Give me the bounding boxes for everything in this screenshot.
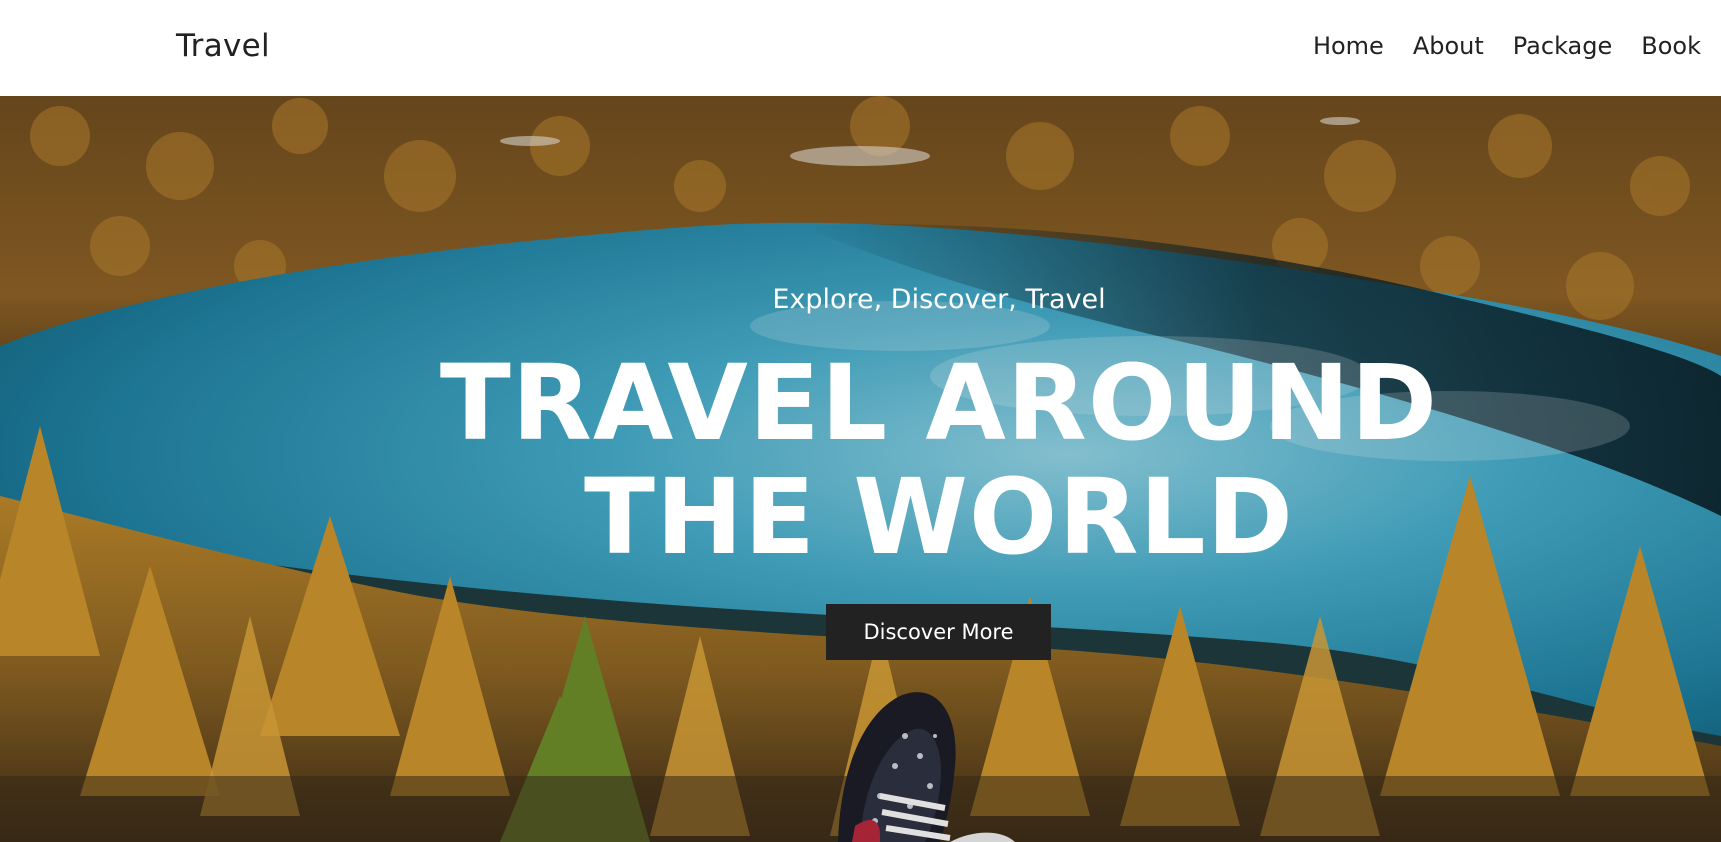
- nav-link-home[interactable]: Home: [1313, 32, 1384, 60]
- hero-content: Explore, Discover, Travel TRAVEL AROUND …: [0, 96, 1721, 842]
- nav-link-package[interactable]: Package: [1513, 32, 1612, 60]
- hero-headline-line-2: THE WORLD: [583, 456, 1295, 578]
- nav-link-about[interactable]: About: [1413, 32, 1484, 60]
- hero-tagline: Explore, Discover, Travel: [772, 284, 1106, 315]
- hero-section: Explore, Discover, Travel TRAVEL AROUND …: [0, 96, 1721, 842]
- hero-headline: TRAVEL AROUND THE WORLD: [0, 346, 1721, 574]
- hero-headline-line-1: TRAVEL AROUND: [439, 342, 1439, 464]
- navbar: Travel Home About Package Book: [0, 0, 1721, 96]
- discover-more-button[interactable]: Discover More: [826, 604, 1051, 660]
- brand-logo[interactable]: Travel: [176, 28, 270, 64]
- nav-links: Home About Package Book: [1313, 32, 1701, 60]
- nav-link-book[interactable]: Book: [1641, 32, 1701, 60]
